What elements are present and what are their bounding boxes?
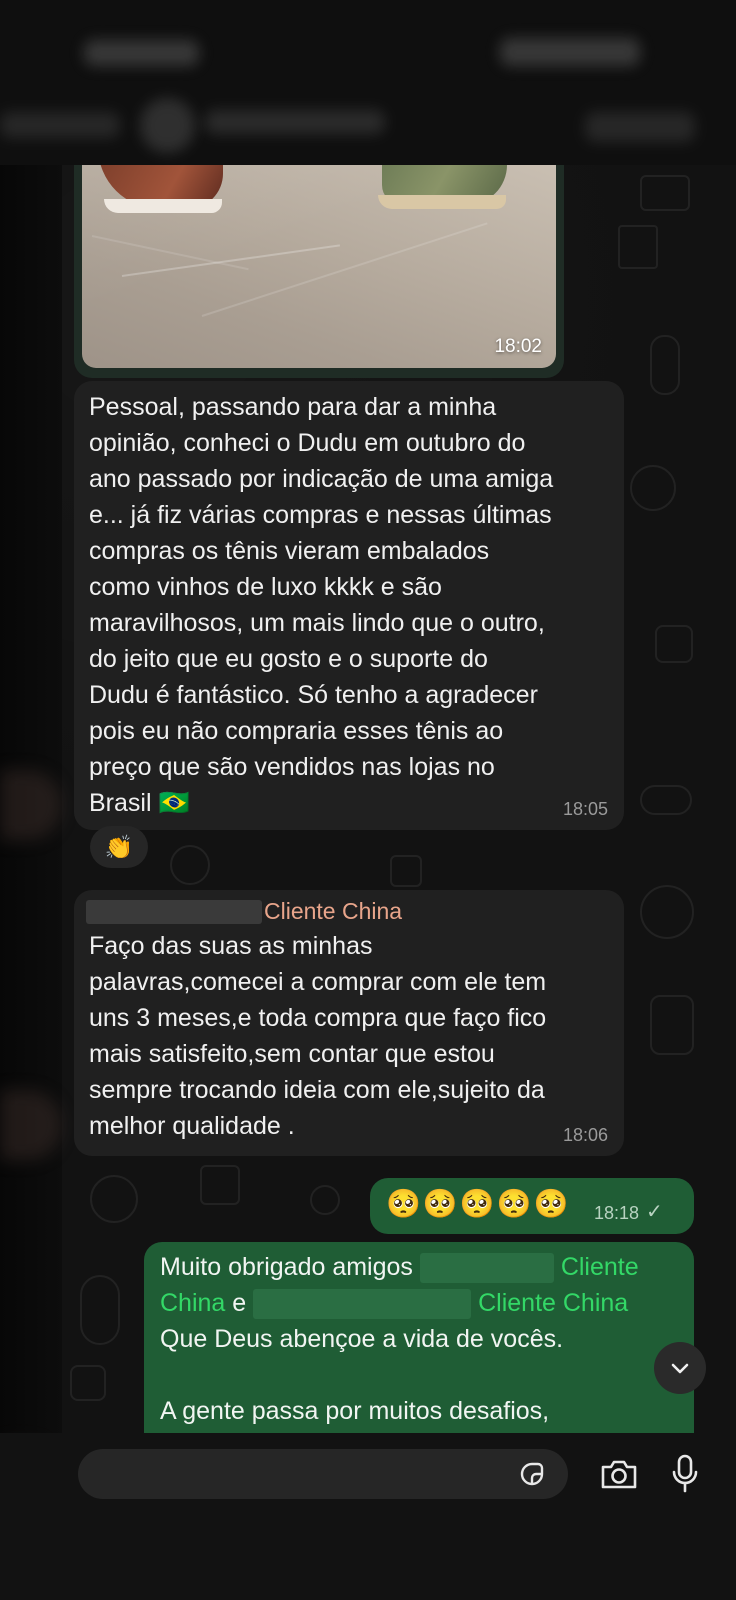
- camera-icon: [601, 1460, 637, 1489]
- chat-header: [0, 0, 736, 165]
- incoming-message-1[interactable]: Pessoal, passando para dar a minha opini…: [74, 381, 624, 830]
- scroll-to-bottom-button[interactable]: [654, 1342, 706, 1394]
- sender-name-blurred: [86, 900, 262, 924]
- mention-1[interactable]: Cliente: [561, 1253, 639, 1281]
- left-sneaker: [98, 165, 223, 213]
- mention-1-end[interactable]: China: [160, 1289, 225, 1317]
- outgoing-message-1[interactable]: 🥺🥺🥺🥺🥺 18:18 ✓: [370, 1178, 694, 1234]
- clapping-hands-emoji: 👏: [104, 833, 134, 860]
- status-icons-blurred: [500, 38, 640, 66]
- mention-2[interactable]: Cliente China: [478, 1289, 628, 1317]
- message-time: 18:02: [494, 336, 542, 357]
- contact-title-blurred[interactable]: [205, 110, 385, 134]
- sender-name[interactable]: Cliente China: [264, 898, 402, 925]
- message-line-2: China e Cliente China: [160, 1285, 628, 1321]
- call-icons-blurred[interactable]: [585, 112, 695, 142]
- microphone-button[interactable]: [664, 1450, 706, 1498]
- message-time: 18:06: [562, 1125, 608, 1145]
- right-sneaker: [378, 165, 507, 209]
- sneaker-photo[interactable]: 18:02: [82, 165, 556, 368]
- message-line-3: Que Deus abençoe a vida de vocês.: [160, 1325, 564, 1353]
- emoji-text: 🥺🥺🥺🥺🥺: [386, 1188, 571, 1219]
- back-button-blurred[interactable]: [0, 112, 120, 138]
- contact-name-blurred[interactable]: [84, 40, 199, 66]
- message-line-1: Muito obrigado amigos Cliente: [160, 1249, 639, 1285]
- avatar-blurred[interactable]: [140, 98, 195, 153]
- sticker-button[interactable]: [512, 1456, 552, 1492]
- mention-blurred-1: [419, 1253, 554, 1284]
- image-message[interactable]: 18:02: [74, 165, 564, 378]
- chevron-down-icon: [671, 1363, 689, 1374]
- message-time: 18:05: [562, 799, 608, 819]
- message-text: Pessoal, passando para dar a minha opini…: [89, 393, 554, 817]
- message-line-5: A gente passa por muitos desafios,: [160, 1397, 550, 1425]
- message-input[interactable]: [78, 1449, 568, 1499]
- incoming-message-2[interactable]: Cliente China Faço das suas as minhas pa…: [74, 890, 624, 1156]
- message-time: 18:18: [594, 1203, 640, 1223]
- camera-button[interactable]: [596, 1452, 642, 1496]
- sent-check-icon: ✓: [646, 1201, 663, 1223]
- outgoing-message-2[interactable]: Muito obrigado amigos Cliente China e Cl…: [144, 1242, 694, 1442]
- mention-blurred-2: [253, 1289, 472, 1320]
- sticker-icon: [520, 1462, 544, 1486]
- message-text: Faço das suas as minhas palavras,comecei…: [89, 932, 547, 1140]
- microphone-icon: [672, 1454, 698, 1493]
- reaction-badge[interactable]: 👏: [90, 826, 148, 868]
